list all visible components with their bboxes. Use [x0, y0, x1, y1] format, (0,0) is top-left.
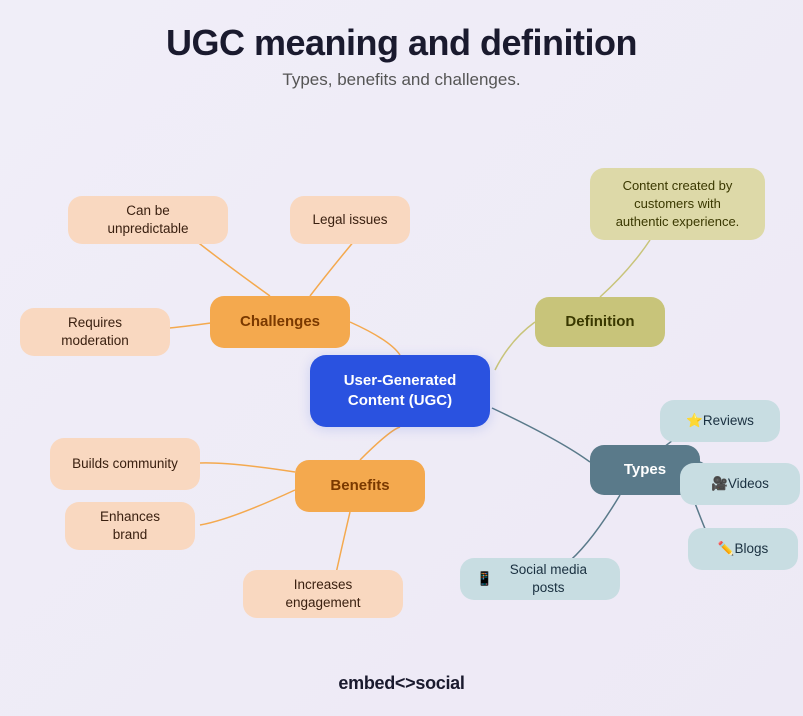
reviews-icon: ⭐ — [686, 412, 703, 430]
social-media-node: 📱 Social media posts — [460, 558, 620, 600]
social-icon: 📱 — [476, 570, 493, 588]
blogs-node: ✏️ Blogs — [688, 528, 798, 570]
main-title: UGC meaning and definition — [0, 0, 803, 64]
definition-desc-node: Content created by customers with authen… — [590, 168, 765, 240]
videos-node: 🎥 Videos — [680, 463, 800, 505]
unpredictable-node: Can be unpredictable — [68, 196, 228, 244]
requires-moderation-node: Requires moderation — [20, 308, 170, 356]
page: UGC meaning and definition Types, benefi… — [0, 0, 803, 716]
logo: embed<>social — [338, 673, 464, 694]
builds-community-node: Builds community — [50, 438, 200, 490]
enhances-brand-node: Enhances brand — [65, 502, 195, 550]
benefits-node: Benefits — [295, 460, 425, 512]
subtitle: Types, benefits and challenges. — [0, 70, 803, 90]
increases-engagement-node: Increases engagement — [243, 570, 403, 618]
reviews-node: ⭐ Reviews — [660, 400, 780, 442]
ugc-center-node: User-Generated Content (UGC) — [310, 355, 490, 427]
blogs-icon: ✏️ — [718, 540, 735, 558]
definition-node: Definition — [535, 297, 665, 347]
videos-icon: 🎥 — [711, 475, 728, 493]
logo-text: embed<>social — [338, 673, 464, 693]
legal-issues-node: Legal issues — [290, 196, 410, 244]
challenges-node: Challenges — [210, 296, 350, 348]
